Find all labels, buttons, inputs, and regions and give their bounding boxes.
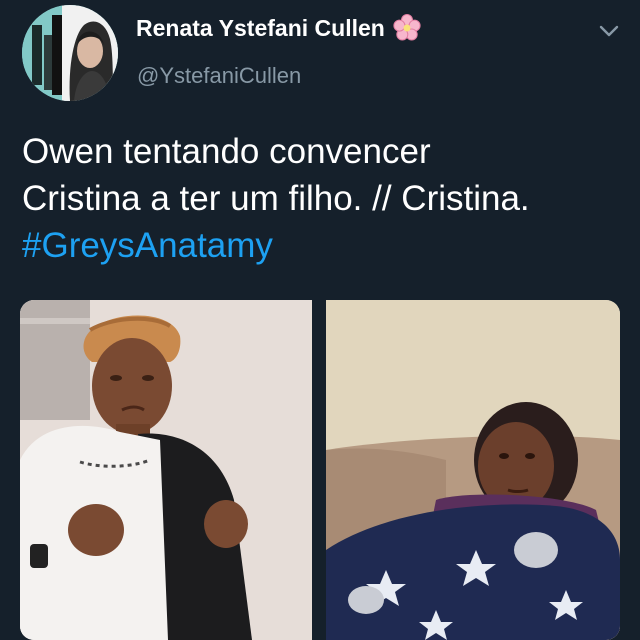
photo-woman-pleading[interactable] bbox=[20, 300, 312, 640]
tweet-text: Owen tentando convencer Cristina a ter u… bbox=[22, 128, 622, 269]
tweet-text-line-1: Owen tentando convencer bbox=[22, 132, 431, 171]
hashtag-link[interactable]: #GreysAnatamy bbox=[22, 222, 622, 269]
avatar[interactable] bbox=[22, 5, 118, 101]
author-name-text[interactable]: Renata Ystefani Cullen bbox=[136, 15, 385, 42]
tweet-text-line-2: Cristina a ter um filho. // Cristina. bbox=[22, 179, 530, 218]
profile-avatar-icon bbox=[22, 5, 118, 101]
photo-woman-on-couch[interactable] bbox=[326, 300, 620, 640]
author-display-name[interactable]: Renata Ystefani Cullen bbox=[136, 14, 421, 42]
chevron-down-icon[interactable] bbox=[597, 22, 621, 40]
cherry-blossom-icon bbox=[393, 14, 421, 42]
tweet-media[interactable] bbox=[20, 300, 620, 640]
author-handle[interactable]: @YstefaniCullen bbox=[137, 63, 301, 89]
